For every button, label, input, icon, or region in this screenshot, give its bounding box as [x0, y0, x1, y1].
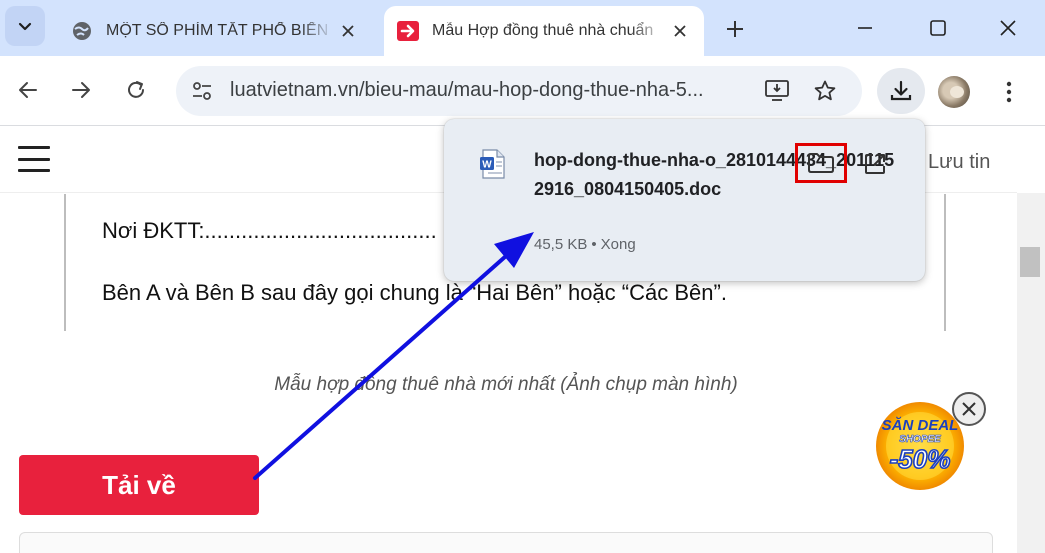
- more-vert-icon: [1006, 81, 1012, 103]
- reload-button[interactable]: [118, 72, 154, 108]
- hamburger-menu-icon[interactable]: [18, 143, 50, 175]
- close-window-button[interactable]: [985, 10, 1031, 46]
- site-info-icon[interactable]: [188, 77, 216, 105]
- download-size: 45,5 KB: [534, 236, 588, 253]
- url-text[interactable]: luatvietnam.vn/bieu-mau/mau-hop-dong-thu…: [230, 79, 750, 102]
- shopee-promo[interactable]: SĂN DEAL SHOPEE -50%: [866, 392, 986, 492]
- address-bar[interactable]: luatvietnam.vn/bieu-mau/mau-hop-dong-thu…: [176, 66, 862, 116]
- open-file-button[interactable]: [858, 147, 892, 181]
- scrollbar-thumb[interactable]: [1020, 247, 1040, 277]
- open-external-icon: [865, 154, 885, 174]
- maximize-button[interactable]: [915, 10, 961, 46]
- plus-icon: [727, 21, 743, 37]
- arrow-left-icon: [19, 82, 37, 98]
- new-tab-button[interactable]: [720, 14, 750, 44]
- forward-button[interactable]: [63, 72, 99, 108]
- word-document-icon: W: [480, 149, 505, 179]
- tab-search-button[interactable]: [5, 6, 45, 46]
- download-button[interactable]: Tải về: [19, 455, 259, 515]
- doc-text-line: Nơi ĐKTT:...............................…: [102, 218, 437, 243]
- tab-mau-hop-dong[interactable]: Mẫu Hợp đồng thuê nhà chuẩn: [384, 6, 704, 56]
- luatvietnam-favicon-icon: [396, 19, 420, 43]
- reload-icon: [128, 81, 144, 98]
- page-scrollbar[interactable]: [1017, 193, 1045, 553]
- close-promo-button[interactable]: [952, 392, 986, 426]
- promo-text-3: -50%: [890, 444, 951, 474]
- promo-text-1: SĂN DEAL: [882, 417, 959, 434]
- tab-title: MỘT SỐ PHÍM TẮT PHỔ BIẾN: [106, 22, 329, 39]
- content-box: [19, 532, 993, 553]
- close-icon: [1000, 20, 1016, 36]
- close-tab-icon[interactable]: [334, 17, 362, 45]
- downloads-button[interactable]: [877, 68, 925, 114]
- minimize-icon: [858, 27, 872, 29]
- star-bookmark-icon[interactable]: [810, 76, 840, 106]
- tab-phim-tat[interactable]: MỘT SỐ PHÍM TẮT PHỔ BIẾN: [58, 6, 372, 56]
- profile-avatar[interactable]: [938, 76, 970, 108]
- download-status: Xong: [600, 236, 636, 253]
- tab-title: Mẫu Hợp đồng thuê nhà chuẩn: [432, 22, 654, 39]
- browser-toolbar: luatvietnam.vn/bieu-mau/mau-hop-dong-thu…: [0, 56, 1045, 126]
- tab-strip: MỘT SỐ PHÍM TẮT PHỔ BIẾN Mẫu Hợp đồng th…: [0, 0, 1045, 56]
- chevron-down-icon: [18, 22, 32, 31]
- download-icon: [890, 80, 912, 101]
- globe-icon: [70, 19, 94, 43]
- show-in-folder-button[interactable]: [795, 143, 847, 183]
- doc-text-line: Bên A và Bên B sau đây gọi chung là “Hai…: [102, 280, 727, 305]
- folder-icon: [808, 153, 834, 173]
- image-caption: Mẫu hợp đồng thuê nhà mới nhất (Ảnh chụp…: [274, 374, 738, 395]
- save-article-link[interactable]: Lưu tin: [928, 151, 990, 174]
- svg-text:W: W: [482, 160, 492, 171]
- close-icon: [962, 402, 976, 416]
- download-meta: 45,5 KB • Xong: [534, 236, 636, 253]
- close-tab-icon[interactable]: [666, 17, 694, 45]
- install-app-icon[interactable]: [762, 76, 792, 106]
- downloads-bubble: W hop-dong-thue-nha-o_2810144434_2011152…: [444, 119, 925, 281]
- browser-menu-button[interactable]: [994, 74, 1024, 110]
- maximize-icon: [930, 20, 946, 36]
- minimize-button[interactable]: [842, 10, 888, 46]
- arrow-right-icon: [72, 82, 90, 98]
- meta-separator: •: [591, 236, 597, 253]
- back-button[interactable]: [10, 72, 46, 108]
